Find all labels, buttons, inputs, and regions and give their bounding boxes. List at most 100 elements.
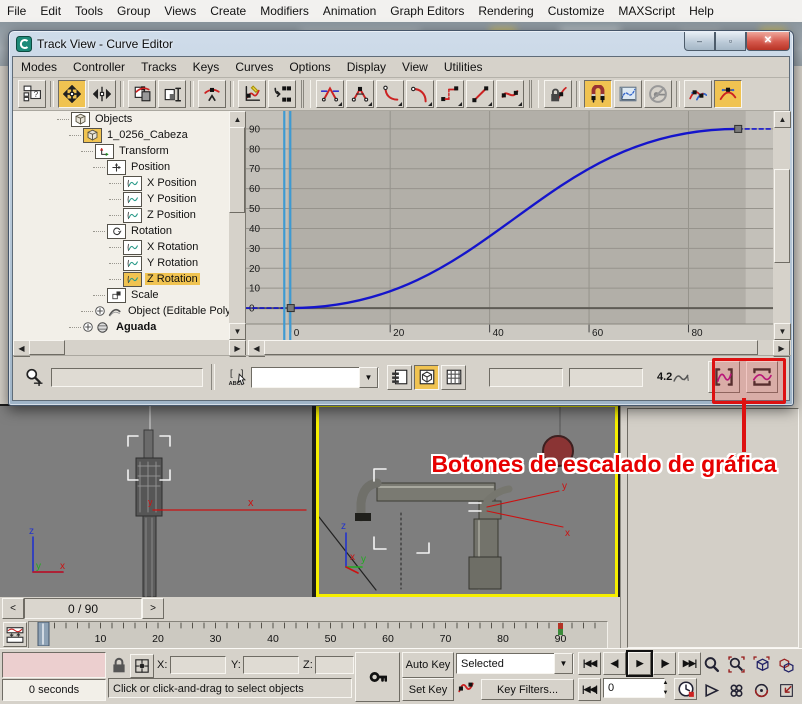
set-tangents-custom-button[interactable] xyxy=(346,80,374,108)
snap-frames-button[interactable] xyxy=(584,80,612,108)
menu-create[interactable]: Create xyxy=(203,1,253,22)
tree-item-x-position[interactable]: X Position xyxy=(13,175,245,191)
go-to-start-button[interactable]: |◀◀ xyxy=(578,652,601,675)
tv-menu-display[interactable]: Display xyxy=(339,60,394,74)
curve-graph[interactable]: 0102030405060708090020406080 xyxy=(246,111,773,340)
auto-key-button[interactable]: Auto Key xyxy=(402,652,454,678)
animation-key[interactable] xyxy=(287,305,294,312)
tree-vertical-scrollbar[interactable]: ▲ ▼ xyxy=(229,111,245,340)
maxscript-mini-listener[interactable] xyxy=(2,652,106,678)
zoom-button[interactable] xyxy=(700,653,722,675)
next-time-button[interactable]: > xyxy=(142,598,164,619)
menu-tools[interactable]: Tools xyxy=(68,1,110,22)
draw-curves-button[interactable] xyxy=(238,80,266,108)
add-keys-button[interactable] xyxy=(198,80,226,108)
play-button[interactable]: ▶ xyxy=(628,652,651,675)
tree-item-x-rotation[interactable]: X Rotation xyxy=(13,239,245,255)
dropdown-arrow-icon[interactable]: ▼ xyxy=(554,653,573,674)
menu-help[interactable]: Help xyxy=(682,1,721,22)
time-configuration-button[interactable] xyxy=(674,678,697,700)
current-frame-field[interactable]: 0 xyxy=(603,678,665,698)
tv-menu-options[interactable]: Options xyxy=(281,60,338,74)
menu-file[interactable]: File xyxy=(0,1,33,22)
minimize-button[interactable]: – xyxy=(684,32,715,51)
show-keyable-icons-button[interactable] xyxy=(644,80,672,108)
zoom-extents-button[interactable] xyxy=(750,653,772,675)
tree-item-objects[interactable]: Objects xyxy=(13,111,245,127)
set-tangents-linear-button[interactable] xyxy=(466,80,494,108)
open-mini-curve-editor-button[interactable] xyxy=(3,622,27,647)
frame-spinner[interactable]: ▲▼ xyxy=(660,678,671,698)
timeline-key[interactable] xyxy=(558,623,563,635)
edit-track-set-button[interactable]: [ ]ABC xyxy=(224,364,250,390)
menu-group[interactable]: Group xyxy=(110,1,157,22)
menu-customize[interactable]: Customize xyxy=(541,1,612,22)
animation-key[interactable] xyxy=(735,125,742,132)
arc-rotate-button[interactable] xyxy=(750,679,772,701)
selection-lock-icon[interactable] xyxy=(110,656,128,674)
key-mode-toggle-button[interactable]: |◀◀| xyxy=(578,678,601,701)
set-key-button[interactable]: Set Key xyxy=(402,678,454,701)
default-in-out-tangents-button[interactable] xyxy=(456,679,476,697)
menu-maxscript[interactable]: MAXScript xyxy=(611,1,682,22)
pan-button[interactable] xyxy=(725,679,747,701)
dope-window-button[interactable] xyxy=(441,365,466,390)
key-value-field[interactable] xyxy=(569,368,643,387)
close-button[interactable]: ✕ xyxy=(746,32,790,51)
maximize-button[interactable]: ▫ xyxy=(715,32,746,51)
z-coordinate-field[interactable] xyxy=(315,656,354,674)
tree-horizontal-scrollbar[interactable]: ◀ ▶ xyxy=(13,340,246,355)
zoom-extents-all-button[interactable] xyxy=(775,653,797,675)
track-view-window[interactable]: Track View - Curve Editor – ▫ ✕ ModesCon… xyxy=(8,30,794,406)
set-tangents-smooth-button[interactable] xyxy=(496,80,524,108)
previous-time-button[interactable]: < xyxy=(2,598,24,619)
menu-rendering[interactable]: Rendering xyxy=(471,1,540,22)
move-keys-horizontal-button[interactable] xyxy=(88,80,116,108)
tv-menu-controller[interactable]: Controller xyxy=(65,60,133,74)
filters-button[interactable]: ? xyxy=(18,80,46,108)
slide-keys-button[interactable] xyxy=(128,80,156,108)
time-tag-field[interactable]: 0 seconds xyxy=(2,679,106,701)
menu-modifiers[interactable]: Modifiers xyxy=(253,1,316,22)
parameter-out-of-range-button[interactable] xyxy=(614,80,642,108)
zoom-all-button[interactable] xyxy=(725,653,747,675)
y-coordinate-field[interactable] xyxy=(243,656,299,674)
viewport-front[interactable]: xyzxy xyxy=(0,406,312,597)
key-window-button[interactable] xyxy=(387,365,412,390)
tv-menu-modes[interactable]: Modes xyxy=(13,60,65,74)
menu-edit[interactable]: Edit xyxy=(33,1,68,22)
set-keys-button[interactable] xyxy=(355,652,400,702)
key-filters-button[interactable]: Key Filters... xyxy=(481,679,574,700)
curve-window-button[interactable] xyxy=(414,365,439,390)
tree-item-z-rotation[interactable]: Z Rotation xyxy=(13,271,245,287)
tv-menu-keys[interactable]: Keys xyxy=(185,60,228,74)
tree-item-position[interactable]: Position xyxy=(13,159,245,175)
show-all-tangents-button[interactable] xyxy=(714,80,742,108)
lock-selection-button[interactable] xyxy=(544,80,572,108)
tv-menu-curves[interactable]: Curves xyxy=(227,60,281,74)
show-tangents-button[interactable] xyxy=(684,80,712,108)
move-keys-button[interactable] xyxy=(58,80,86,108)
x-coordinate-field[interactable] xyxy=(170,656,226,674)
time-slider[interactable] xyxy=(38,622,49,646)
tree-item-y-rotation[interactable]: Y Rotation xyxy=(13,255,245,271)
track-set-dropdown[interactable]: ▼ xyxy=(251,367,379,388)
set-tangents-slow-button[interactable] xyxy=(406,80,434,108)
reduce-keys-button[interactable] xyxy=(268,80,296,108)
tree-item-rotation[interactable]: Rotation xyxy=(13,223,245,239)
expand-icon[interactable] xyxy=(83,322,93,332)
tree-item-transform[interactable]: Transform xyxy=(13,143,245,159)
tv-menu-view[interactable]: View xyxy=(394,60,436,74)
key-time-field[interactable] xyxy=(489,368,563,387)
graph-horizontal-scrollbar[interactable]: ◀ ▶ xyxy=(248,340,790,355)
time-ruler[interactable]: 0102030405060708090 xyxy=(28,621,608,649)
selection-set-dropdown[interactable]: Selected ▼ xyxy=(456,653,574,674)
go-to-end-button[interactable]: ▶▶| xyxy=(678,652,701,675)
graph-vertical-scrollbar[interactable]: ▲ ▼ xyxy=(773,111,790,340)
tree-item-y-position[interactable]: Y Position xyxy=(13,191,245,207)
viewport-perspective-active[interactable]: yxzyx xyxy=(316,404,618,597)
track-view-titlebar[interactable]: Track View - Curve Editor – ▫ ✕ xyxy=(12,31,790,56)
scale-keys-button[interactable] xyxy=(158,80,186,108)
selection-name-field[interactable] xyxy=(51,368,203,387)
track-set-dropdown-arrow-icon[interactable]: ▼ xyxy=(359,367,378,388)
